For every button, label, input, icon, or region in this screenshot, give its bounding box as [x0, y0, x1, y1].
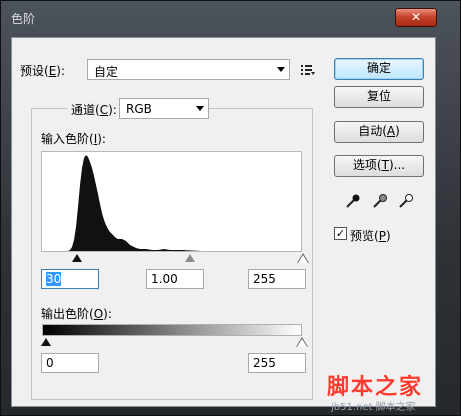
gray-eyedropper-icon[interactable]	[372, 193, 388, 209]
black-eyedropper-icon[interactable]	[345, 193, 361, 209]
black-point-icon	[72, 254, 82, 262]
input-black-slider[interactable]	[71, 253, 83, 263]
channel-select[interactable]: RGB	[119, 98, 209, 119]
histogram-graph	[68, 155, 300, 251]
reset-button[interactable]: 复位	[334, 86, 424, 108]
preview-checkbox[interactable]: ✓	[334, 227, 347, 240]
input-levels-label: 输入色阶(I):	[41, 132, 106, 146]
histogram	[41, 151, 302, 252]
output-levels-label: 输出色阶(O):	[41, 307, 112, 321]
options-button[interactable]: 选项(T)...	[334, 155, 424, 177]
input-gamma-slider[interactable]	[184, 253, 196, 263]
channel-label: 通道(C):	[68, 101, 120, 118]
close-button[interactable]: ✕	[395, 8, 437, 27]
channel-value: RGB	[126, 102, 152, 116]
chevron-down-icon	[196, 106, 204, 111]
white-point-icon	[298, 255, 308, 263]
window-title: 色阶	[11, 12, 36, 26]
watermark-sub: jb51.net 脚本之家	[331, 402, 416, 413]
white-point-icon	[297, 339, 307, 347]
preset-label: 预设(E):	[20, 64, 66, 78]
preview-label: 预览(P)	[350, 229, 391, 243]
input-white-field[interactable]: 255	[248, 269, 306, 289]
preset-value: 自定	[94, 65, 119, 79]
output-white-field[interactable]: 255	[248, 353, 306, 373]
auto-button[interactable]: 自动(A)	[334, 121, 424, 143]
chevron-down-icon	[277, 67, 285, 72]
dialog-body: 预设(E): 自定 确定 复位 自动(A) 选项(T)... ✓ 预览(P) 通…	[11, 37, 436, 407]
output-white-slider[interactable]	[296, 337, 308, 347]
preset-options-icon[interactable]	[301, 64, 315, 76]
preset-select[interactable]: 自定	[87, 59, 290, 80]
white-eyedropper-icon[interactable]	[398, 193, 414, 209]
gamma-point-icon	[185, 254, 195, 262]
title-bar[interactable]: 色阶 ✕	[1, 1, 461, 37]
input-black-field[interactable]: 30	[41, 269, 99, 289]
ok-button[interactable]: 确定	[334, 58, 424, 80]
levels-dialog-frame: 色阶 ✕ 预设(E): 自定 确定 复位 自动(A) 选项(T)... ✓ 预览…	[0, 0, 461, 416]
output-gradient-bar	[42, 324, 302, 336]
input-gamma-field[interactable]: 1.00	[146, 269, 204, 289]
input-white-slider[interactable]	[297, 253, 309, 263]
output-black-field[interactable]: 0	[41, 353, 99, 373]
watermark: 脚本之家	[327, 374, 424, 400]
black-point-icon	[41, 338, 51, 346]
output-black-slider[interactable]	[40, 337, 52, 347]
